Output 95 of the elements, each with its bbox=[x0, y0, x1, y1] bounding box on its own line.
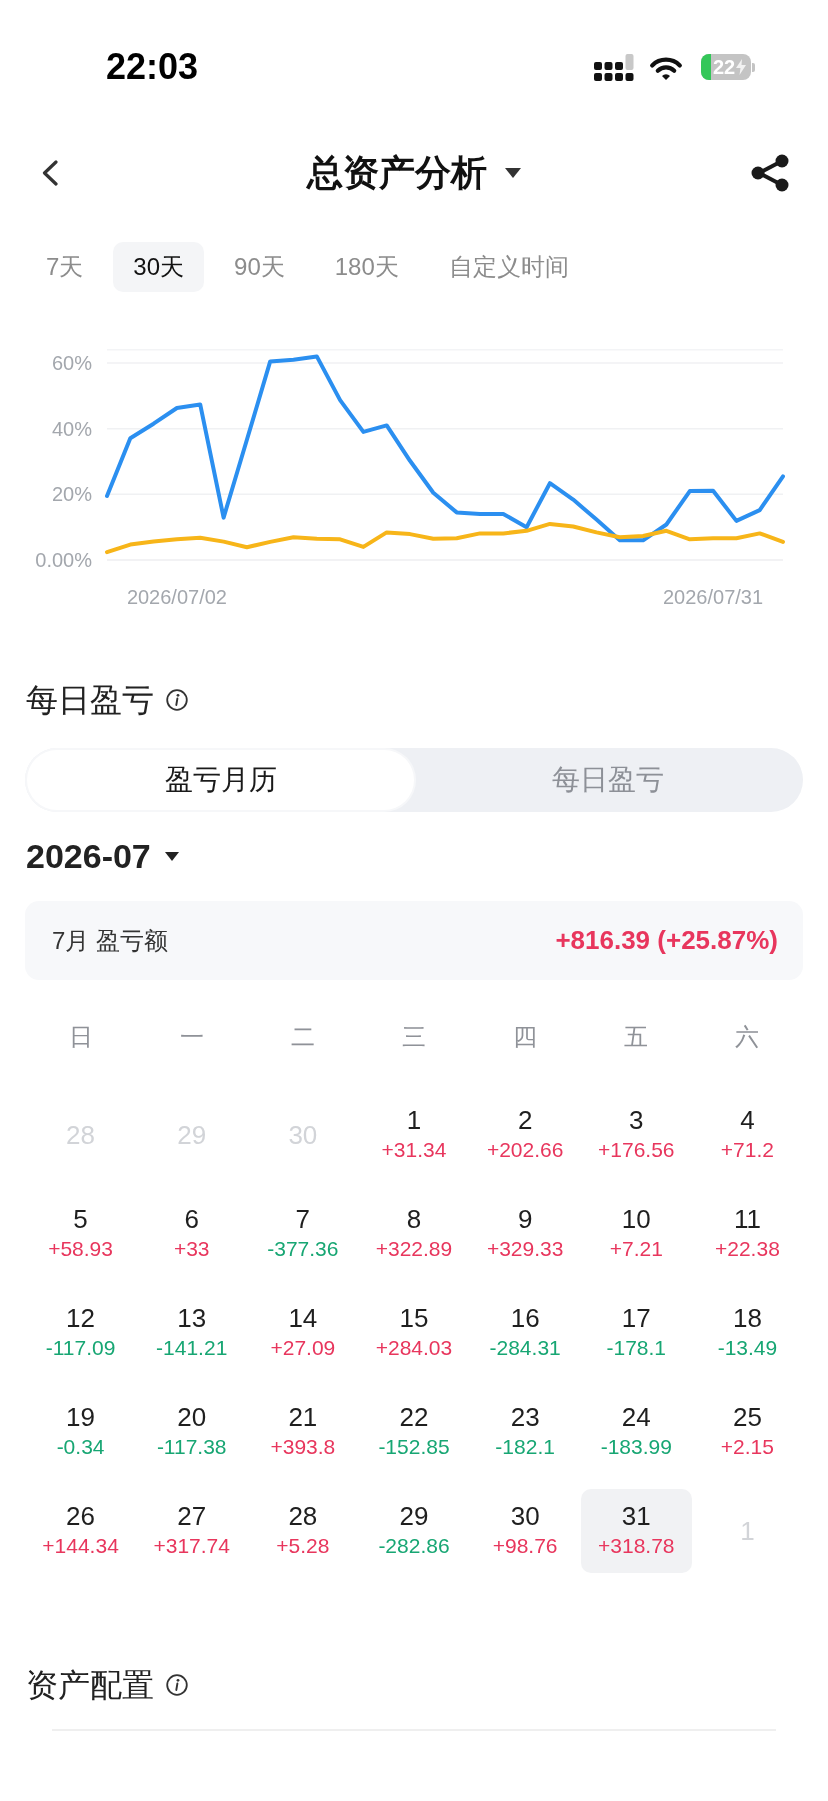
day-number: 16 bbox=[510, 1303, 540, 1333]
weekday-label: 三 bbox=[402, 1025, 426, 1049]
share-icon[interactable] bbox=[751, 154, 789, 192]
day-amount: -117.09 bbox=[45, 1336, 116, 1360]
day-number: 25 bbox=[732, 1402, 762, 1432]
day-amount: +318.78 bbox=[598, 1534, 675, 1558]
day-number: 7 bbox=[295, 1204, 311, 1234]
summary-value: +816.39 (+25.87%) bbox=[555, 924, 778, 957]
day-amount: -377.36 bbox=[267, 1237, 339, 1261]
section-title: 每日盈亏 bbox=[26, 684, 154, 716]
y-axis-label: 60% bbox=[51, 352, 92, 374]
day-amount: +58.93 bbox=[48, 1237, 113, 1261]
day-amount: -152.85 bbox=[378, 1435, 450, 1459]
weekday-label: 五 bbox=[624, 1025, 649, 1049]
day-amount: +71.2 bbox=[720, 1138, 774, 1162]
day-amount: +27.09 bbox=[270, 1336, 336, 1360]
day-amount: -13.49 bbox=[717, 1336, 778, 1360]
day-number: 29 bbox=[399, 1501, 429, 1531]
day-number: 27 bbox=[177, 1501, 207, 1531]
day-amount: +317.74 bbox=[153, 1534, 230, 1558]
day-amount: -141.21 bbox=[156, 1336, 228, 1360]
caret-icon bbox=[505, 168, 521, 178]
caret-icon bbox=[164, 851, 179, 861]
day-number: 17 bbox=[621, 1303, 651, 1333]
day-number: 31 bbox=[621, 1501, 651, 1531]
battery-percentage: 22 bbox=[713, 57, 736, 77]
x-axis-label: 2026/07/31 bbox=[663, 586, 764, 608]
day-amount: -284.31 bbox=[489, 1336, 561, 1360]
day-amount: +393.8 bbox=[270, 1435, 336, 1459]
day-number: 3 bbox=[629, 1105, 644, 1135]
day-amount: +176.56 bbox=[598, 1138, 675, 1162]
title-dropdown[interactable]: 总资产分析 bbox=[307, 155, 521, 191]
day-amount: +144.34 bbox=[42, 1534, 119, 1558]
segment-tab[interactable]: 盈亏月历 bbox=[27, 750, 414, 810]
day-number: 23 bbox=[510, 1402, 540, 1432]
y-axis-label: 20% bbox=[51, 483, 92, 506]
day-number: 22 bbox=[399, 1402, 429, 1432]
info-icon[interactable] bbox=[166, 1674, 188, 1696]
y-axis-label: 40% bbox=[51, 417, 92, 440]
x-axis-label: 2026/07/02 bbox=[126, 586, 227, 608]
y-axis-label: 0.00% bbox=[35, 549, 92, 571]
day-number: 18 bbox=[732, 1303, 762, 1333]
day-amount: -0.34 bbox=[56, 1435, 105, 1459]
day-amount: -182.1 bbox=[495, 1435, 555, 1459]
signal-icon bbox=[594, 53, 634, 81]
day-amount: +22.38 bbox=[715, 1237, 780, 1261]
day-number: 28 bbox=[288, 1501, 318, 1531]
weekday-label: 四 bbox=[513, 1025, 538, 1049]
day-amount: +2.15 bbox=[720, 1435, 774, 1459]
calendar-day[interactable]: 31 +318.78 bbox=[580, 1489, 692, 1573]
charging-bolt-icon bbox=[736, 59, 747, 75]
day-amount: +322.89 bbox=[375, 1237, 453, 1261]
day-number: 6 bbox=[184, 1204, 199, 1234]
day-number: 26 bbox=[66, 1501, 96, 1531]
day-amount: +31.34 bbox=[381, 1138, 447, 1162]
day-amount: -183.99 bbox=[600, 1435, 672, 1459]
day-number: 1 bbox=[406, 1105, 422, 1135]
day-number: 30 bbox=[510, 1501, 540, 1531]
day-number: 21 bbox=[288, 1402, 318, 1432]
day-number: 10 bbox=[621, 1204, 651, 1234]
back-icon[interactable] bbox=[41, 160, 59, 186]
weekday-label: 六 bbox=[735, 1025, 760, 1049]
month-dropdown[interactable]: 2026-07 bbox=[26, 839, 179, 873]
day-amount: +202.66 bbox=[486, 1138, 564, 1162]
day-number: 12 bbox=[66, 1303, 96, 1333]
day-number: 20 bbox=[177, 1402, 207, 1432]
day-number: 2 bbox=[517, 1105, 533, 1135]
day-number: 15 bbox=[399, 1303, 429, 1333]
day-amount: +33 bbox=[173, 1237, 210, 1261]
day-number: 4 bbox=[740, 1105, 755, 1135]
day-amount: +98.76 bbox=[492, 1534, 558, 1558]
battery-charge-fill bbox=[701, 54, 711, 80]
day-amount: -117.38 bbox=[156, 1435, 227, 1459]
day-amount: +7.21 bbox=[609, 1237, 663, 1261]
day-number: 19 bbox=[66, 1402, 96, 1432]
day-number: 8 bbox=[406, 1204, 422, 1234]
day-number: 5 bbox=[73, 1204, 88, 1234]
day-amount: +5.28 bbox=[276, 1534, 330, 1558]
day-amount: -282.86 bbox=[378, 1534, 450, 1558]
day-number: 9 bbox=[517, 1204, 533, 1234]
info-icon[interactable] bbox=[166, 689, 188, 711]
weekday-label: 一 bbox=[179, 1025, 204, 1049]
weekday-label: 日 bbox=[68, 1025, 93, 1049]
status-time: 22:03 bbox=[106, 49, 199, 85]
day-number: 24 bbox=[621, 1402, 651, 1432]
weekday-label: 二 bbox=[290, 1025, 315, 1049]
section-title: 资产配置 bbox=[26, 1669, 154, 1701]
range-tab[interactable]: 30天 bbox=[113, 242, 205, 292]
summary-label: 7月 盈亏额 bbox=[52, 925, 168, 956]
day-amount: +284.03 bbox=[375, 1336, 453, 1360]
day-number: 13 bbox=[177, 1303, 207, 1333]
day-amount: +329.33 bbox=[486, 1237, 564, 1261]
day-amount: -178.1 bbox=[606, 1336, 667, 1360]
day-number: 11 bbox=[733, 1204, 761, 1234]
day-number: 14 bbox=[288, 1303, 318, 1333]
